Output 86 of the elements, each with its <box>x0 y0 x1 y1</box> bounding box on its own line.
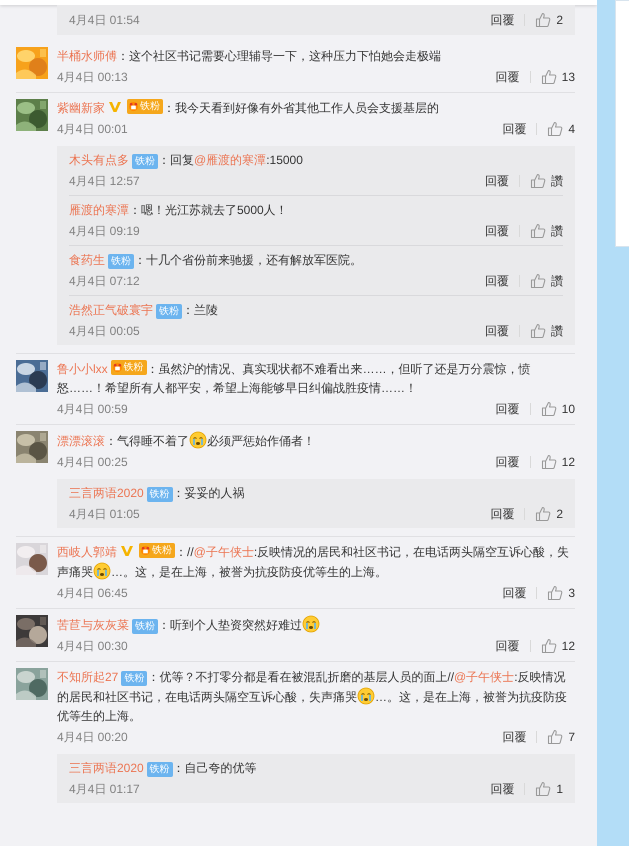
medal-icon <box>128 101 139 112</box>
like-button[interactable]: 13 <box>540 67 575 87</box>
like-button[interactable]: 7 <box>547 727 575 747</box>
comment-text: ：兰陵 <box>182 303 218 317</box>
thumbs-up-icon <box>535 781 552 797</box>
comment-time: 4月4日 00:30 <box>57 638 128 655</box>
comment-time: 4月4日 00:20 <box>57 729 128 746</box>
comment-text: 苦苣与灰灰菜 铁粉 ：听到个人垫资突然好难过 <box>57 615 575 635</box>
fan-badge: 铁粉 <box>110 360 147 375</box>
comment-text: ：妥妥的人祸 <box>172 486 245 500</box>
reply-link[interactable]: 回覆 <box>490 10 514 30</box>
thumbs-up-icon <box>535 506 552 522</box>
like-button[interactable]: 讚 <box>530 271 563 291</box>
comment-time: 4月4日 00:05 <box>69 323 140 340</box>
crying-emoji-icon <box>357 687 375 705</box>
reply-link[interactable]: 回覆 <box>496 399 520 419</box>
comment-time: 4月4日 01:05 <box>69 506 140 523</box>
like-button[interactable]: 2 <box>535 10 563 30</box>
fan-badge: 铁粉 <box>146 487 173 502</box>
reply-link[interactable]: 回覆 <box>485 221 509 241</box>
fan-badge: 铁粉 <box>127 99 163 114</box>
comment-time: 4月4日 01:17 <box>69 781 140 798</box>
fan-badge: 铁粉 <box>132 619 158 634</box>
reply-link[interactable]: 回覆 <box>496 636 520 656</box>
comment-text: ：十几个省份前来驰援，还有解放军医院。 <box>134 253 362 267</box>
like-button[interactable]: 讚 <box>530 321 563 341</box>
comment-text: 不知所起27 铁粉 ：优等？不打零分都是看在被混乱折磨的基层人员的面上//@子午侠士:反映情况的居民和社区书记，在电话两头隔空互诉心酸，失声痛哭 …。这，是在上海，被誉为抗疫防疫优等生的上海。 <box>57 669 568 725</box>
reply-link[interactable]: 回覆 <box>485 171 509 191</box>
thumbs-up-icon <box>530 273 546 289</box>
reply-link[interactable]: 回覆 <box>502 119 526 139</box>
reply-link[interactable]: 回覆 <box>496 452 520 472</box>
comment-time: 4月4日 00:25 <box>57 454 128 471</box>
like-button[interactable]: 12 <box>540 452 575 472</box>
comment-time: 4月4日 09:19 <box>69 223 140 240</box>
reply-link[interactable]: 回覆 <box>485 321 509 341</box>
like-button[interactable]: 3 <box>547 583 575 603</box>
thumbs-up-icon <box>547 729 564 745</box>
reply-link[interactable]: 回覆 <box>490 779 514 799</box>
reply-link[interactable]: 回覆 <box>485 271 509 291</box>
thumbs-up-icon <box>535 12 552 28</box>
like-button[interactable]: 10 <box>540 399 575 419</box>
thumbs-up-icon <box>547 121 564 137</box>
crying-emoji-icon <box>302 615 320 633</box>
thumbs-up-icon <box>547 585 564 601</box>
thumbs-up-icon <box>530 323 546 339</box>
comment-text: ：自己夸的优等 <box>172 761 257 775</box>
like-button[interactable]: 讚 <box>530 221 563 241</box>
like-button[interactable]: 讚 <box>530 171 563 191</box>
like-button[interactable]: 1 <box>535 779 563 799</box>
fan-badge: 铁粉 <box>108 254 134 269</box>
comment-text: ：嗯！光江苏就去了5000人！ <box>129 203 288 217</box>
reply-link[interactable]: 回覆 <box>502 583 526 603</box>
thumbs-up-icon <box>530 173 546 189</box>
thumbs-up-icon <box>540 69 557 85</box>
fan-badge: 铁粉 <box>139 543 175 558</box>
reply-link[interactable]: 回覆 <box>490 504 514 524</box>
comment-time: 4月4日 01:54 <box>69 12 140 29</box>
crying-emoji-icon <box>189 431 207 449</box>
thumbs-up-icon <box>530 223 546 239</box>
comment-time: 4月4日 12:57 <box>69 173 140 190</box>
medal-icon <box>112 362 123 373</box>
thumbs-up-icon <box>540 638 557 654</box>
comment-time: 4月4日 00:01 <box>57 121 128 138</box>
reply-link[interactable]: 回覆 <box>496 67 520 87</box>
like-button[interactable]: 2 <box>535 504 563 524</box>
fan-badge: 铁粉 <box>132 154 158 169</box>
reply-link[interactable]: 回覆 <box>502 727 526 747</box>
like-button[interactable]: 12 <box>540 636 575 656</box>
comment-text: 半桶水师傅：这个社区书记需要心理辅导一下，这种压力下怕她会走极端 <box>57 48 442 65</box>
thumbs-up-icon <box>540 454 557 470</box>
fan-badge: 铁粉 <box>121 671 148 686</box>
like-button[interactable]: 4 <box>547 119 575 139</box>
comment-time: 4月4日 07:12 <box>69 273 140 290</box>
fan-badge: 铁粉 <box>146 762 173 777</box>
comment-time: 4月4日 06:45 <box>57 585 128 602</box>
comment-text: 鲁小小lxx 铁粉 ：虽然沪的情况、真实现状都不难看出来……，但听了还是万分震惊，愤怒……！希望所有人都平安，希望上海能够早日纠偏战胜疫情……！ <box>57 360 532 397</box>
comment-time: 4月4日 00:59 <box>57 401 128 418</box>
crying-emoji-icon <box>93 562 111 580</box>
thumbs-up-icon <box>540 401 557 417</box>
fan-badge: 铁粉 <box>156 304 182 319</box>
comment-text: ：回复@雁渡的寒潭:15000 <box>158 153 303 167</box>
medal-icon <box>140 545 151 556</box>
comment-text: 紫幽新家 铁粉 ：我今天看到好像有外省其他工作人员会支援基层的 <box>57 99 440 117</box>
comment-text: 漂漂滚滚：气得睡不着了 必须严惩始作俑者！ <box>57 431 575 451</box>
comment-text: 西岐人郭靖 铁粉 ：//@子午侠士:反映情况的居民和社区书记，在电话两头隔空互诉心酸，失声痛哭 …。这，是在上海，被誉为抗疫防疫优等生的上海。 <box>57 543 570 582</box>
comment-time: 4月4日 00:13 <box>57 69 128 86</box>
